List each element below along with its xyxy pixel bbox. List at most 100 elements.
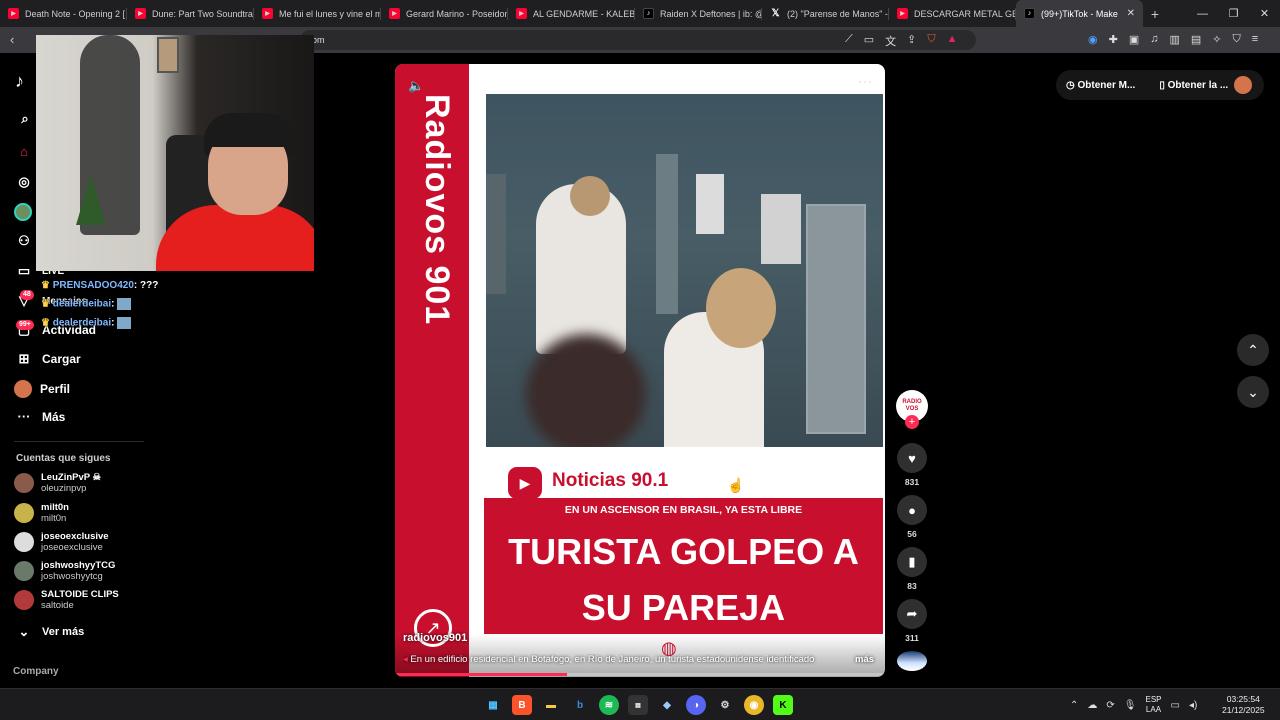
clock[interactable]: 03:25:54 21/12/2025 [1222, 694, 1265, 716]
bookmark-icon: ▮ [897, 547, 927, 577]
minimize-icon[interactable]: — [1187, 8, 1218, 20]
more-icon: ··· [17, 409, 31, 424]
get-coins-button[interactable]: ◷ Obtener M... [1066, 80, 1147, 91]
chat-badge-icon: ♛ [41, 317, 53, 329]
video-progress-bar[interactable] [395, 673, 885, 676]
get-coins-label: Obtener M... [1077, 79, 1136, 91]
blurred-figure [526, 334, 646, 447]
avatar [14, 590, 34, 610]
next-video-button[interactable]: ⌄ [1237, 376, 1269, 408]
maximize-icon[interactable]: ❐ [1218, 7, 1249, 20]
browser-tab[interactable]: 𝕏 (2) "Parense de Manos" - [762, 0, 889, 27]
browser-tab[interactable]: ♪ Raiden X Deftones | ib: @ [635, 0, 762, 27]
back-icon[interactable]: ‹ [10, 32, 14, 47]
brave-shield-icon[interactable]: ⛉ [927, 33, 935, 49]
taskbar-apps: ▦ B ▬ b ≋ ▤ ◆ ◑ ⚙ ◉ K [483, 695, 793, 715]
video-caption: ◂ En un edificio residencial en Botafogo… [403, 654, 853, 665]
leo-icon[interactable]: ✧ [1212, 33, 1221, 46]
browser-tab[interactable]: ▶ Gerard Marino - Poseidon [381, 0, 508, 27]
browser-tab[interactable]: ▶ Dune: Part Two Soundtrack [127, 0, 254, 27]
translate-icon[interactable]: 文 [885, 33, 896, 49]
vpn-icon[interactable]: ⛉ [1233, 33, 1241, 46]
like-button[interactable]: ♥ 831 [896, 443, 928, 487]
audio-icon[interactable]: ◉ [1088, 33, 1098, 46]
see-more-button[interactable]: ⌄ Ver más [14, 624, 85, 640]
chrome-icon[interactable]: ◉ [744, 695, 764, 715]
chevron-down-icon: ⌄ [1247, 384, 1259, 400]
folder-icon[interactable]: ▬ [541, 695, 561, 715]
brave-icon[interactable]: B [512, 695, 532, 715]
browser-tab[interactable]: ▶ Me fui el lunes y vine el m [254, 0, 381, 27]
save-button[interactable]: ▮ 83 [896, 547, 928, 591]
chevron-up-icon: ⌃ [1247, 342, 1259, 358]
new-tab-button[interactable]: + [1143, 6, 1167, 22]
chevron-up-icon[interactable]: ⌃ [1070, 700, 1078, 711]
language-indicator[interactable]: ESP LAA [1145, 695, 1161, 715]
video-player[interactable]: 🔈 Radiovos 901 ··· ▶ Noticias 90.1 EN UN… [395, 64, 885, 677]
sidebar-item-profile[interactable]: Perfil [14, 380, 70, 398]
video-camera-icon: ▶ [508, 467, 542, 499]
toolbar-icons: ◉ ✚ ▣ ♫ ▥ ▤ ✧ ⛉ ≡ [1088, 33, 1258, 46]
like-count: 831 [904, 477, 920, 487]
caption-more-button[interactable]: más [855, 654, 874, 665]
music-icon[interactable]: ♫ [1150, 33, 1158, 46]
browser-tab[interactable]: ▶ Death Note - Opening 2 [ [0, 0, 127, 27]
close-tab-icon[interactable]: ✕ [1127, 8, 1135, 19]
sidebar-item-upload[interactable]: ⊞ Cargar [14, 351, 81, 367]
share-icon[interactable]: ⇪ [907, 33, 916, 49]
close-window-icon[interactable]: ✕ [1249, 7, 1280, 20]
tiktok-logo-icon[interactable]: ♪ [15, 71, 24, 92]
sidebar-item-more[interactable]: ··· Más [14, 409, 66, 424]
sidebar-toggle-icon[interactable]: ▥ [1169, 33, 1179, 46]
cloud-icon[interactable]: ☁ [1087, 700, 1097, 711]
more-options-icon[interactable]: ··· [858, 74, 873, 88]
start-icon[interactable]: ▦ [483, 695, 503, 715]
browser-tab[interactable]: ▶ AL GENDARME - KALEB DI [508, 0, 635, 27]
share-arrow-icon: ➦ [897, 599, 927, 629]
follow-plus-icon[interactable]: + [905, 415, 919, 429]
reader-icon[interactable]: ⟋ [845, 33, 853, 49]
volume-icon[interactable]: 🔈 [408, 78, 424, 94]
avatar[interactable] [1234, 76, 1252, 94]
account-handle: joshwoshyytcg [41, 571, 103, 582]
browser-tab[interactable]: ♪ (99+)TikTok - Make ✕ [1016, 0, 1143, 27]
music-disc-icon[interactable] [897, 651, 927, 671]
bing-icon[interactable]: b [570, 695, 590, 715]
spotify-icon[interactable]: ≋ [599, 695, 619, 715]
browser-tab[interactable]: ▶ DESCARGAR METAL GEAR [889, 0, 1016, 27]
window-controls: — ❐ ✕ [1187, 0, 1280, 27]
account-handle: saltoide [41, 600, 74, 611]
steam-icon[interactable]: ◆ [657, 695, 677, 715]
network-icon[interactable]: ▭ [1171, 700, 1180, 711]
avatar [14, 503, 34, 523]
video-frame-elevator [486, 94, 883, 447]
sync-icon[interactable]: ⟳ [1106, 700, 1114, 711]
screenshot-icon[interactable]: ▣ [1129, 33, 1139, 46]
company-link[interactable]: Company [13, 666, 59, 677]
cast-icon[interactable]: ▭ [864, 33, 874, 49]
menu-icon[interactable]: ≡ [1252, 33, 1258, 46]
chat-message: : [111, 317, 115, 329]
wallet-icon[interactable]: ▤ [1191, 33, 1201, 46]
discord-icon[interactable]: ◑ [686, 695, 706, 715]
following-item[interactable]: milt0n milt0n [14, 502, 69, 524]
subheadline: EN UN ASCENSOR EN BRASIL, YA ESTA LIBRE [564, 504, 803, 516]
kick-icon[interactable]: K [773, 695, 793, 715]
get-app-label: Obtener la ... [1167, 79, 1229, 91]
volume-icon[interactable]: ◂) [1189, 700, 1197, 711]
get-app-button[interactable]: ▯ Obtener la ... [1159, 80, 1240, 91]
microphone-icon[interactable]: 🎙 [1124, 700, 1137, 711]
following-item[interactable]: joseoexclusive joseoexclusive [14, 531, 109, 553]
following-item[interactable]: LeuZinPvP ☠ oleuzinpvp [14, 472, 101, 494]
share-button[interactable]: ➦ 311 [896, 599, 928, 643]
rewards-icon[interactable]: ▲ [947, 33, 958, 49]
settings-icon[interactable]: ⚙ [715, 695, 735, 715]
comment-button[interactable]: ● 56 [896, 495, 928, 539]
extensions-icon[interactable]: ✚ [1109, 33, 1118, 46]
following-item[interactable]: SALTOIDE CLIPS saltoide [14, 589, 119, 611]
video-author[interactable]: radiovos901 [403, 632, 467, 644]
x-icon: 𝕏 [771, 8, 780, 19]
previous-video-button[interactable]: ⌃ [1237, 334, 1269, 366]
following-item[interactable]: joshwoshyyTCG joshwoshyytcg [14, 560, 115, 582]
obs-icon[interactable]: ▤ [628, 695, 648, 715]
